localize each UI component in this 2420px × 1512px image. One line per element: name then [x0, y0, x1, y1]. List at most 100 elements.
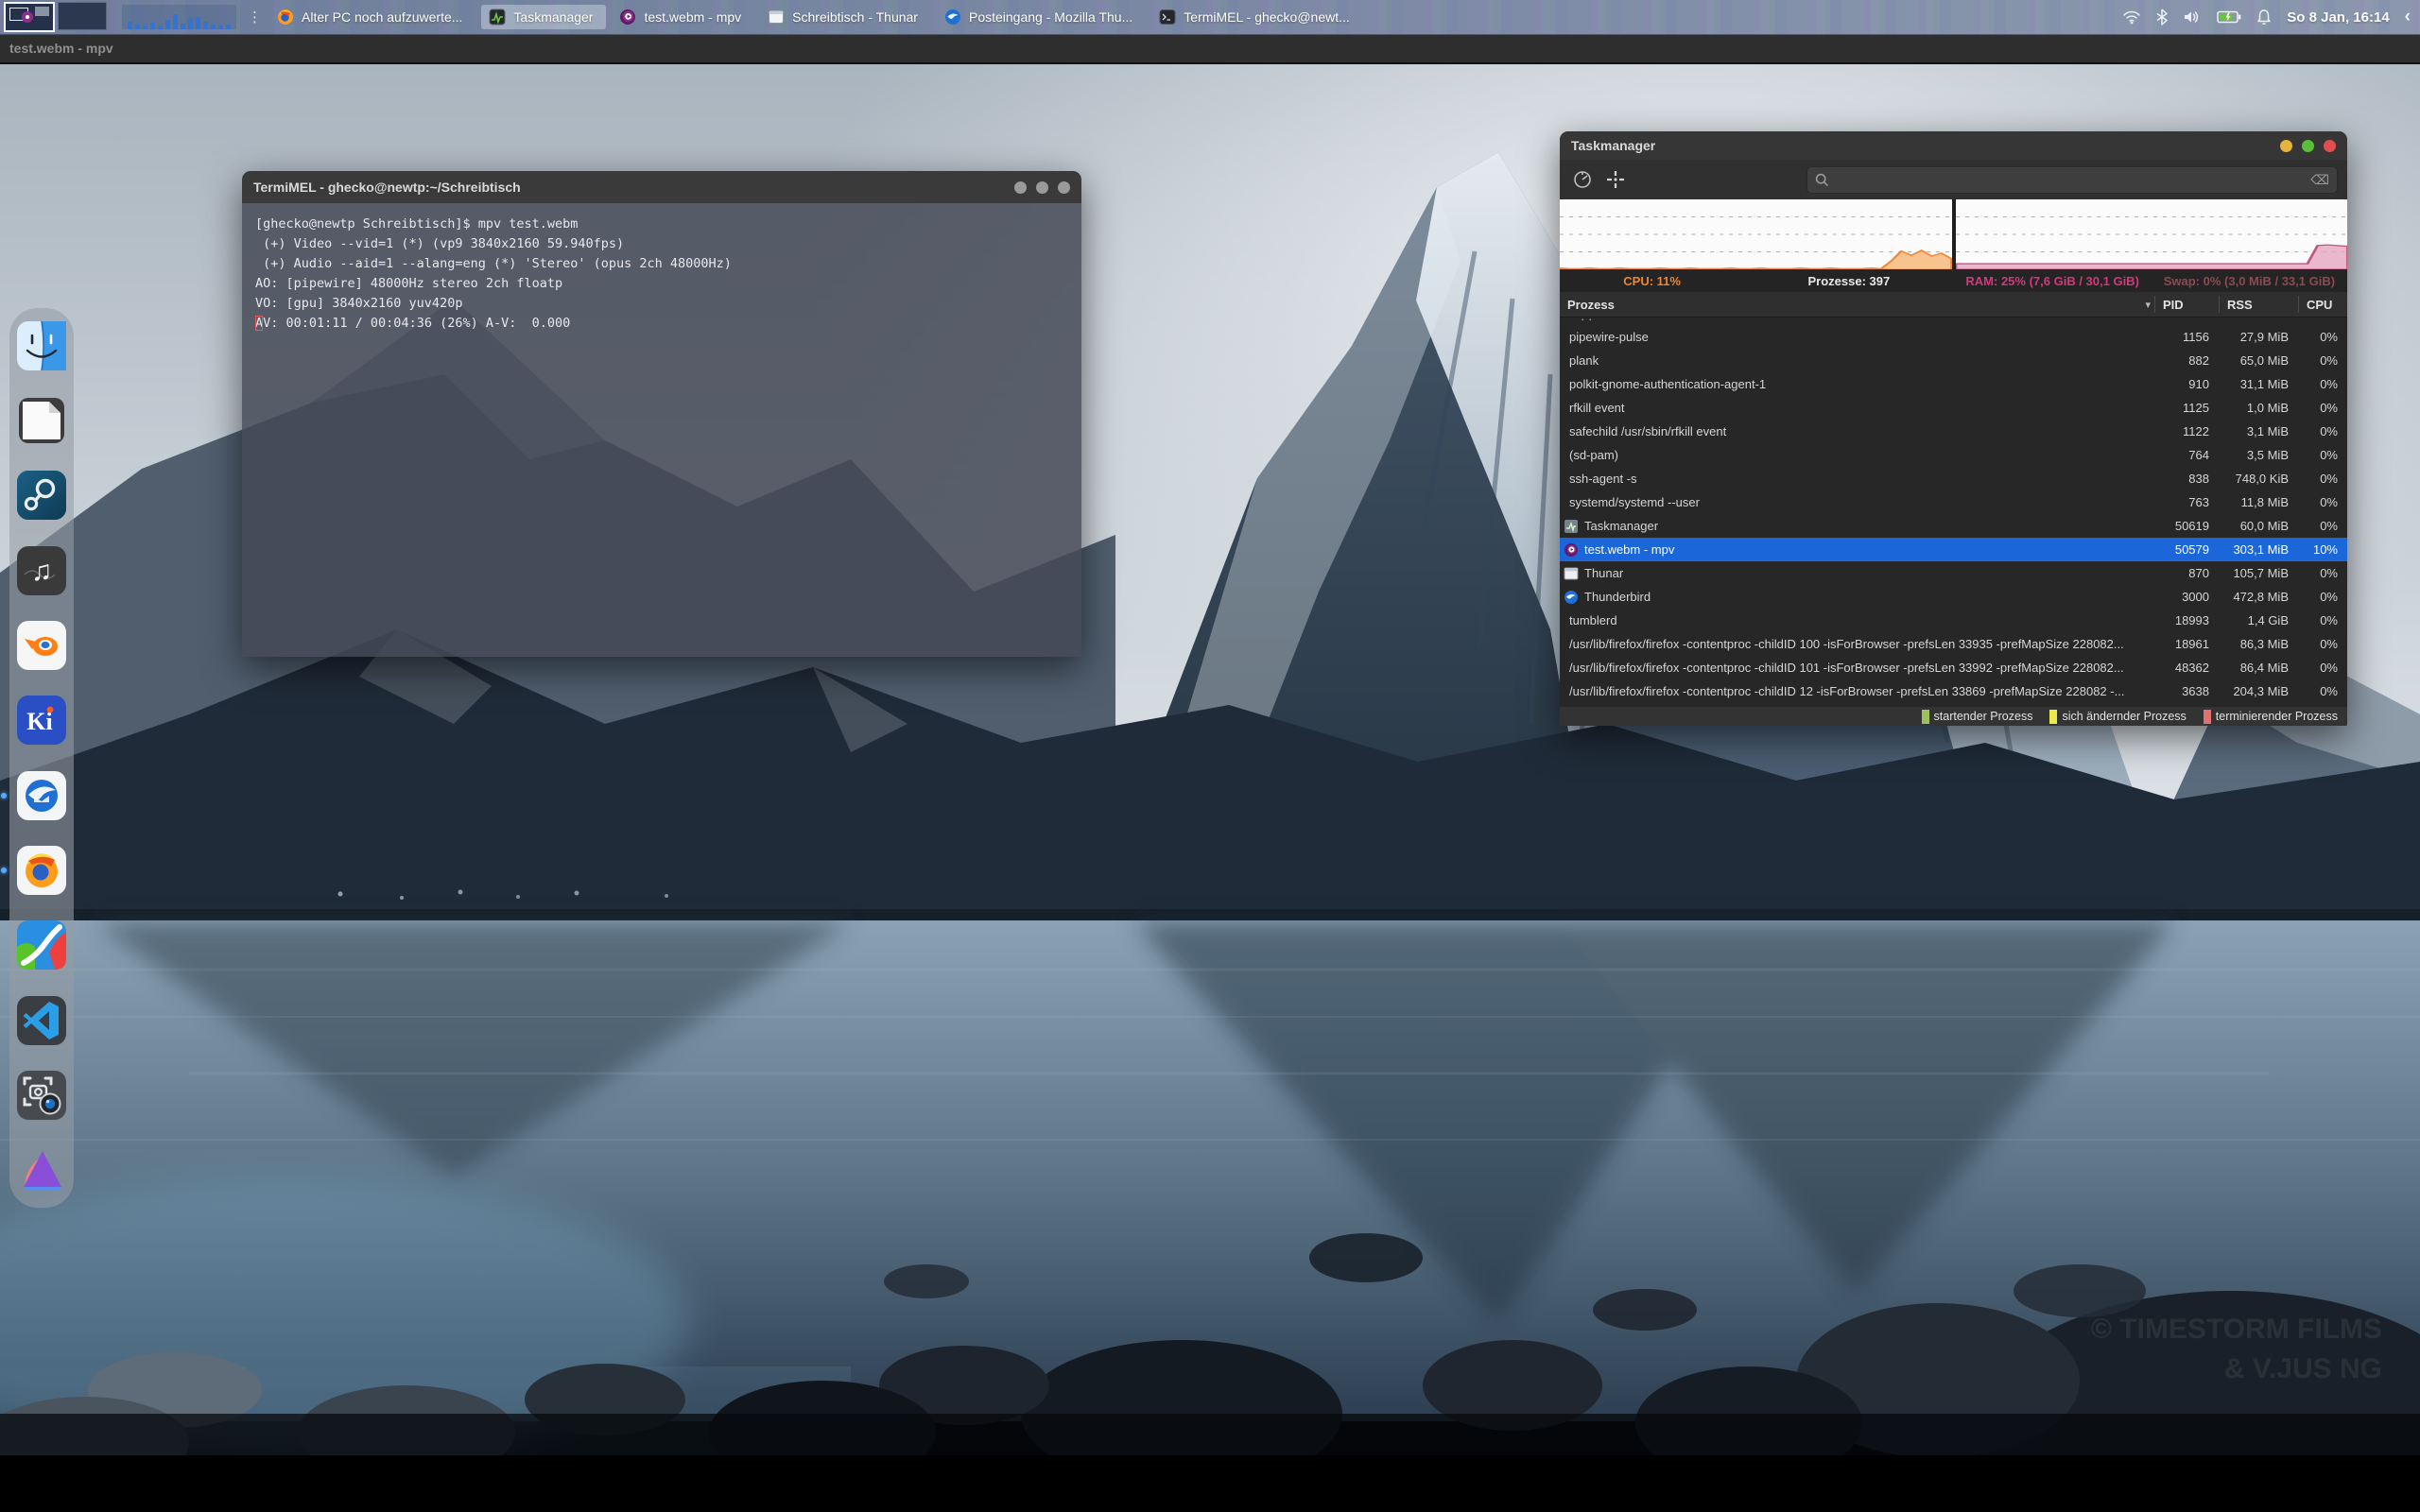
legend-label: sich ändernder Prozess [2062, 710, 2186, 723]
dock-item-thunderbird[interactable] [17, 771, 66, 820]
terminal-status-line: V: 00:01:11 / 00:04:36 (26%) A-V: 0.000 [263, 316, 570, 331]
window-button-terminal[interactable]: TermiMEL - ghecko@newt... [1151, 5, 1363, 29]
window-picker-crosshair-icon[interactable] [1605, 169, 1626, 190]
table-row[interactable]: tumblerd189931,4 GiB0% [1560, 609, 2347, 632]
table-row[interactable]: /usr/lib/firefox/firefox -contentproc -c… [1560, 632, 2347, 656]
system-tray: So 8 Jan, 16:14 ‹ [2122, 7, 2420, 27]
column-header-pid[interactable]: PID [2154, 296, 2219, 313]
terminal-content[interactable]: [ghecko@newtp Schreibtisch]$ mpv test.we… [242, 203, 1081, 657]
panel-clock[interactable]: So 8 Jan, 16:14 [2287, 9, 2389, 26]
settings-gauge-icon[interactable] [1573, 170, 1592, 189]
battery-charging-icon[interactable] [2217, 10, 2241, 24]
dock-item-file-manager[interactable] [17, 321, 66, 370]
cpu-applet-bar [143, 26, 147, 29]
table-row[interactable]: /usr/lib/firefox/firefox -contentproc -c… [1560, 679, 2347, 703]
swap-usage-stat: Swap: 0% (3,0 MiB / 33,1 GiB) [2164, 274, 2335, 288]
terminal-cursor: A [255, 316, 263, 331]
dock-item-prism-launcher[interactable] [17, 1145, 66, 1194]
bluetooth-icon[interactable] [2156, 9, 2168, 26]
dock-item-krita[interactable] [17, 920, 66, 970]
workspace-1-active[interactable] [4, 2, 55, 32]
terminal-titlebar[interactable]: TermiMEL - ghecko@newtp:~/Schreibtisch [242, 171, 1081, 203]
taskmanager-graphs [1560, 199, 2347, 269]
window-button-close[interactable] [2324, 140, 2336, 152]
table-row[interactable]: polkit-gnome-authentication-agent-191031… [1560, 372, 2347, 396]
window-button-firefox[interactable]: Alter PC noch aufzuwerte... [269, 5, 475, 29]
window-button-label: test.webm - mpv [644, 9, 741, 25]
cpu-applet-bar [173, 14, 178, 29]
cpu-applet-bar [218, 26, 223, 29]
terminal-icon [1159, 9, 1176, 26]
terminal-line: (+) Video --vid=1 (*) (vp9 3840x2160 59.… [255, 236, 624, 251]
window-button-taskmanager[interactable]: Taskmanager [481, 5, 606, 29]
window-button-mpv[interactable]: test.webm - mpv [612, 5, 754, 29]
table-row[interactable]: plank88265,0 MiB0% [1560, 349, 2347, 372]
table-row[interactable]: rfkill event11251,0 MiB0% [1560, 396, 2347, 420]
partially-scrolled-row: · · [1560, 318, 2347, 325]
taskmanager-window-title: Taskmanager [1571, 138, 1655, 153]
taskmanager-titlebar[interactable]: Taskmanager [1560, 131, 2347, 160]
firefox-icon [17, 846, 66, 895]
panel-cpu-graph-applet[interactable] [122, 5, 236, 29]
table-row[interactable]: pipewire-pulse115627,9 MiB0% [1560, 325, 2347, 349]
mpv-process-icon [1564, 542, 1579, 558]
window-button-thunar[interactable]: Schreibtisch - Thunar [760, 5, 931, 29]
bell-icon[interactable] [2256, 9, 2272, 26]
dock-item-steam[interactable] [17, 471, 66, 520]
column-header-cpu[interactable]: CPU [2298, 296, 2347, 313]
dock-item-vscode[interactable] [17, 996, 66, 1045]
dock-item-text-editor[interactable] [17, 396, 66, 445]
terminal-line: [ghecko@newtp Schreibtisch]$ mpv test.we… [255, 216, 578, 232]
taskmanager-toolbar: ⌫ [1560, 160, 2347, 199]
panel-hide-chevron-icon[interactable]: ‹ [2405, 7, 2411, 27]
table-row-selected[interactable]: test.webm - mpv50579303,1 MiB10% [1560, 538, 2347, 561]
terminal-line: AO: [pipewire] 48000Hz stereo 2ch floatp [255, 276, 562, 291]
table-row[interactable]: /usr/lib/firefox/firefox -contentproc -c… [1560, 656, 2347, 679]
mpv-window-titlebar[interactable]: test.webm - mpv [0, 34, 2420, 64]
clear-search-icon[interactable]: ⌫ [2310, 172, 2329, 188]
sort-descending-icon[interactable]: ▾ [2130, 299, 2154, 311]
table-row[interactable]: (sd-pam)7643,5 MiB0% [1560, 443, 2347, 467]
music-player-icon: ♫ [17, 546, 66, 595]
window-button-minimize[interactable] [2280, 140, 2292, 152]
workspace-2[interactable] [58, 2, 107, 30]
window-button-label: Schreibtisch - Thunar [792, 9, 918, 25]
workspace-pager[interactable] [4, 2, 107, 32]
search-icon [1815, 173, 1829, 187]
table-row[interactable]: ssh-agent -s838748,0 KiB0% [1560, 467, 2347, 490]
table-row[interactable]: safechild /usr/sbin/rfkill event11223,1 … [1560, 420, 2347, 443]
legend-color-changing [2049, 710, 2057, 724]
firefox-icon [277, 9, 294, 26]
table-row[interactable]: Taskmanager5061960,0 MiB0% [1560, 514, 2347, 538]
table-row[interactable]: systemd/systemd --user76311,8 MiB0% [1560, 490, 2347, 514]
process-count-stat: Prozesse: 397 [1808, 274, 1891, 288]
window-button-close[interactable] [1058, 181, 1070, 194]
process-search-field[interactable]: ⌫ [1806, 166, 2338, 194]
dock-item-firefox[interactable] [17, 846, 66, 895]
screenshot-tool-icon [17, 1071, 66, 1120]
search-input[interactable] [1829, 173, 2310, 187]
table-row[interactable]: Thunderbird3000472,8 MiB0% [1560, 585, 2347, 609]
thunar-process-icon [1564, 566, 1579, 581]
cpu-applet-bar [181, 24, 185, 29]
volume-icon[interactable] [2183, 9, 2202, 25]
wifi-icon[interactable] [2122, 9, 2141, 25]
legend-color-starting [1922, 710, 1929, 724]
thunderbird-icon [944, 9, 961, 26]
column-header-rss[interactable]: RSS [2219, 296, 2298, 313]
window-button-thunderbird[interactable]: Posteingang - Mozilla Thu... [937, 5, 1146, 29]
table-row[interactable]: Thunar870105,7 MiB0% [1560, 561, 2347, 585]
dock-item-blender[interactable] [17, 621, 66, 670]
dock-item-screenshot-tool[interactable] [17, 1071, 66, 1120]
terminal-window: TermiMEL - ghecko@newtp:~/Schreibtisch [… [242, 171, 1081, 657]
window-button-maximize[interactable] [2302, 140, 2314, 152]
taskbar-grip-handle[interactable]: ⋮ [248, 9, 262, 26]
dock-item-music-player[interactable]: ♫ [17, 546, 66, 595]
cpu-history-graph [1560, 199, 1952, 269]
dock-item-kicad[interactable]: Ki [17, 696, 66, 745]
window-button-maximize[interactable] [1036, 181, 1048, 194]
window-button-minimize[interactable] [1014, 181, 1027, 194]
column-header-process[interactable]: Prozess [1560, 298, 2130, 312]
process-table: · · pipewire-pulse115627,9 MiB0% plank88… [1560, 318, 2347, 707]
window-button-list: Alter PC noch aufzuwerte... Taskmanager … [269, 5, 1363, 29]
